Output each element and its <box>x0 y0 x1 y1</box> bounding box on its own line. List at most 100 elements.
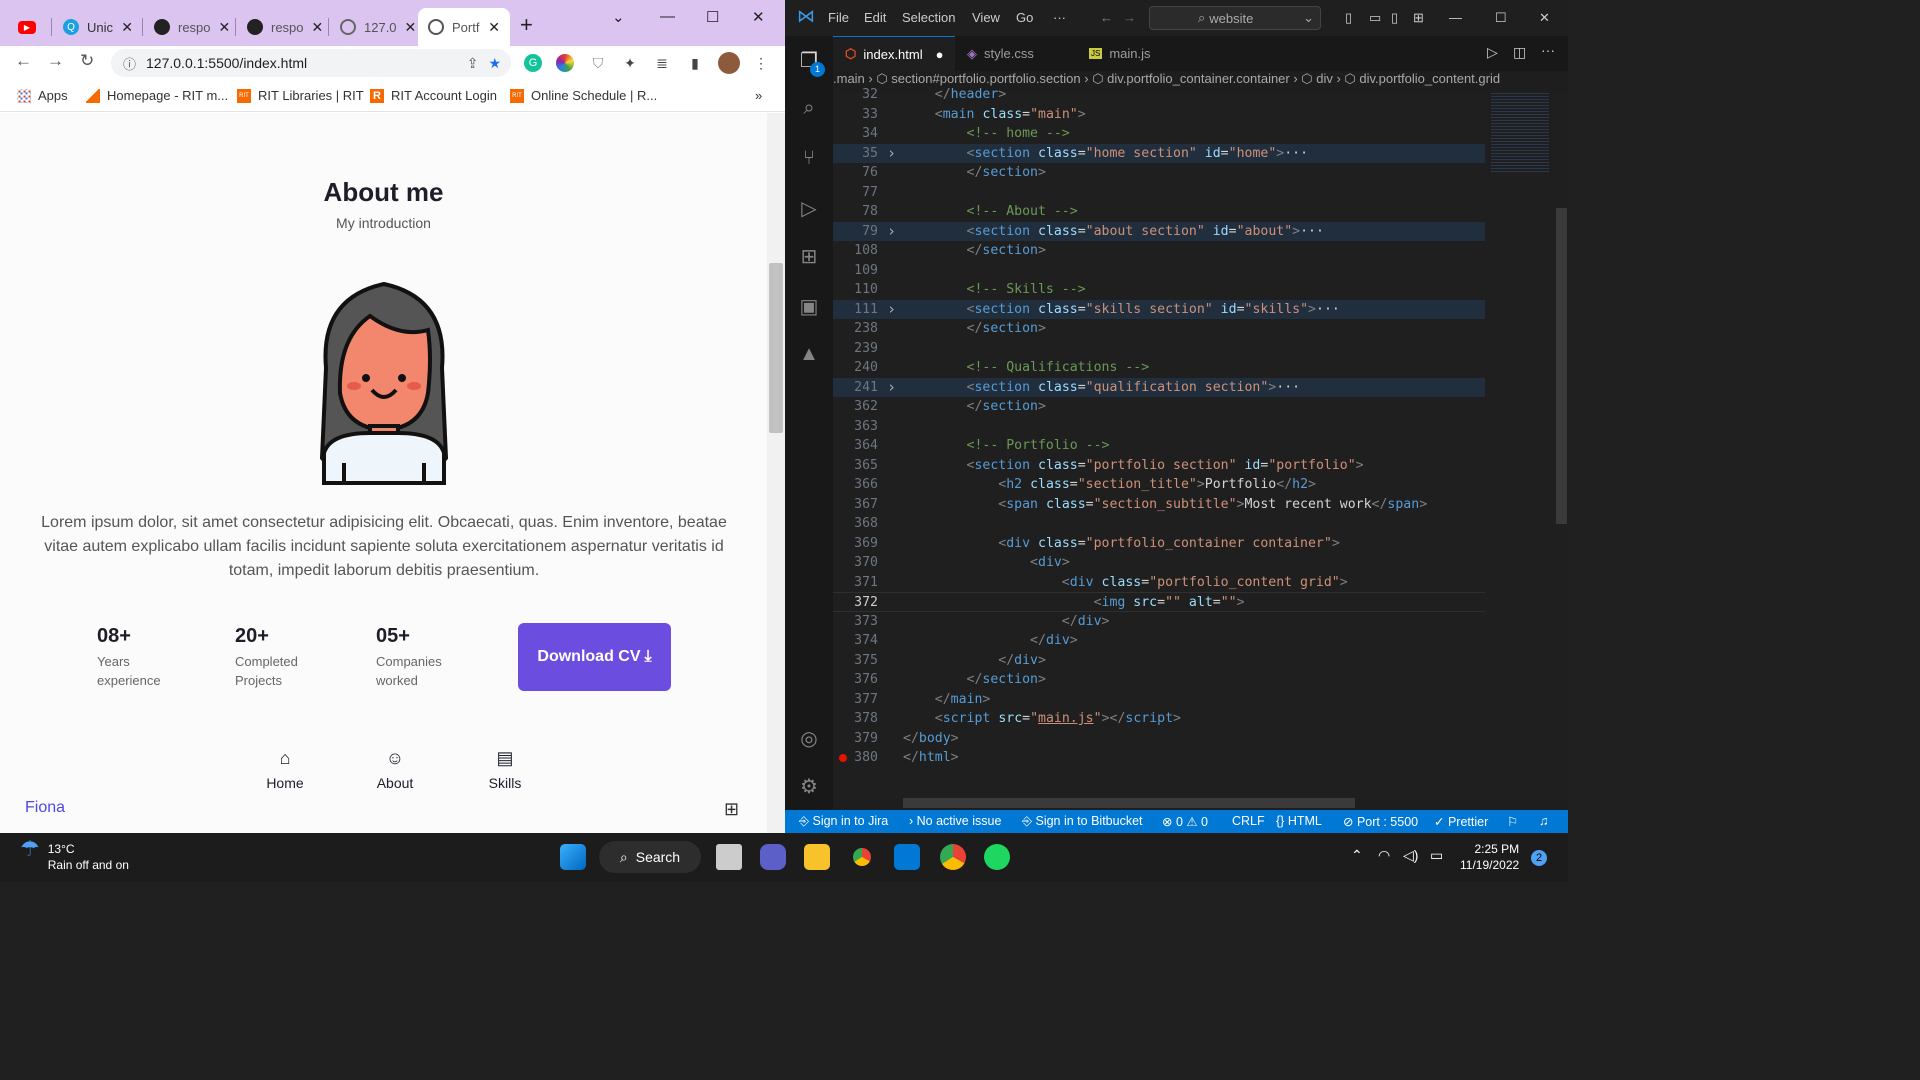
code-line[interactable]: 363 <box>833 417 1485 437</box>
tab-index-html[interactable]: ⬡ index.html ● <box>833 36 955 71</box>
code-line[interactable]: 108 </section> <box>833 241 1485 261</box>
customize-layout-icon[interactable]: ⊞ <box>1413 10 1424 26</box>
maximize-button[interactable]: ☐ <box>706 8 719 26</box>
code-editor[interactable]: 32 </header> 33 <main class="main"> 34 <!-… <box>833 87 1485 798</box>
code-line[interactable]: 362 </section> <box>833 397 1485 417</box>
code-line[interactable]: 367 <span class="section_subtitle">Most … <box>833 495 1485 515</box>
code-line[interactable]: 375 </div> <box>833 651 1485 671</box>
bookmark-apps[interactable]: Apps <box>17 88 68 103</box>
nav-back-icon[interactable]: ← <box>1100 10 1113 25</box>
close-icon[interactable]: ✕ <box>219 19 231 36</box>
notification-badge[interactable]: 2 <box>1531 850 1547 866</box>
run-icon[interactable]: ▷ <box>1487 44 1498 61</box>
atlassian-icon[interactable]: ▲ <box>797 342 821 366</box>
menu-go[interactable]: Go <box>1016 10 1033 25</box>
menu-selection[interactable]: Selection <box>902 10 955 25</box>
status-eol[interactable]: CRLF <box>1232 814 1265 828</box>
grid-menu-icon[interactable]: ⊞ <box>724 799 739 820</box>
menu-view[interactable]: View <box>972 10 1000 25</box>
code-line[interactable]: 378 <script src="main.js"></script> <box>833 709 1485 729</box>
horizontal-scrollbar[interactable] <box>903 798 1355 808</box>
tab-search-icon[interactable]: ⌄ <box>612 8 625 26</box>
battery-icon[interactable]: ▭ <box>1430 847 1443 864</box>
back-button[interactable]: ← <box>15 51 32 71</box>
code-line[interactable]: 34 <!-- home --> <box>833 124 1485 144</box>
page-scrollbar[interactable] <box>767 113 785 833</box>
status-prettier[interactable]: ✓ Prettier <box>1434 814 1488 829</box>
code-line[interactable]: 365 <section class="portfolio section" i… <box>833 456 1485 476</box>
bookmark-rit-homepage[interactable]: Homepage - RIT m... <box>86 88 228 103</box>
code-line[interactable]: 238 </section> <box>833 319 1485 339</box>
scrollbar-thumb[interactable] <box>1556 208 1567 524</box>
vscode-taskbar-icon[interactable] <box>894 844 920 870</box>
tray-overflow-icon[interactable]: ⌃ <box>1351 847 1363 864</box>
nav-skills[interactable]: ▤ Skills <box>465 748 545 791</box>
more-bookmarks-button[interactable]: » <box>755 88 762 103</box>
code-line[interactable]: 373 </div> <box>833 612 1485 632</box>
code-line[interactable]: 239 <box>833 339 1485 359</box>
tab-localhost[interactable]: 127.0 ✕ <box>330 8 416 46</box>
side-panel-icon[interactable]: ▮ <box>686 54 704 72</box>
file-explorer-icon[interactable] <box>804 844 830 870</box>
volume-icon[interactable]: ◁) <box>1403 847 1418 864</box>
tab-unicode[interactable]: Q Unic ✕ <box>53 8 143 46</box>
code-line[interactable]: 371 <div class="portfolio_content grid"> <box>833 573 1485 593</box>
close-window-button[interactable]: ✕ <box>752 8 765 26</box>
close-window-button[interactable]: ✕ <box>1539 10 1550 26</box>
status-jira[interactable]: ⎆ Sign in to Jira <box>799 814 888 829</box>
bookmark-star-icon[interactable]: ★ <box>488 55 501 72</box>
extensions-icon[interactable]: ⊞ <box>797 244 821 268</box>
code-line[interactable]: 369 <div class="portfolio_container cont… <box>833 534 1485 554</box>
menu-file[interactable]: File <box>828 10 849 25</box>
code-line[interactable]: 110 <!-- Skills --> <box>833 280 1485 300</box>
chrome-icon[interactable] <box>849 844 875 870</box>
close-icon[interactable]: ✕ <box>488 19 500 36</box>
tab-youtube[interactable]: ▶ <box>8 8 48 46</box>
code-line[interactable]: 241 › <section class="qualification secti… <box>833 377 1485 398</box>
menu-more[interactable]: ··· <box>1053 10 1066 25</box>
info-icon[interactable]: ⓘ <box>123 54 136 73</box>
bookmark-online-schedule[interactable]: RIT Online Schedule | R... <box>510 88 657 103</box>
status-language[interactable]: {} HTML <box>1276 814 1322 828</box>
nav-about[interactable]: ☺ About <box>355 748 435 791</box>
feedback-icon[interactable]: ⚐ <box>1507 814 1518 829</box>
toggle-panel-icon[interactable]: ▭ <box>1369 10 1381 26</box>
status-issue[interactable]: › No active issue <box>909 814 1001 828</box>
bookmark-rit-libraries[interactable]: RIT RIT Libraries | RIT <box>237 88 364 103</box>
tab-main-js[interactable]: JS main.js <box>1077 36 1187 71</box>
bookmark-rit-account[interactable]: R RIT Account Login <box>370 88 497 103</box>
teams-chat-icon[interactable] <box>760 844 786 870</box>
weather-widget[interactable]: ☂ 13°C Rain off and on <box>20 838 129 873</box>
code-line[interactable]: 376 </section> <box>833 670 1485 690</box>
fold-chevron-icon[interactable]: › <box>887 378 896 398</box>
menu-edit[interactable]: Edit <box>864 10 886 25</box>
status-bitbucket[interactable]: ⎆ Sign in to Bitbucket <box>1022 814 1143 829</box>
forward-button[interactable]: → <box>47 51 64 71</box>
grammarly-icon[interactable]: G <box>524 54 542 72</box>
accounts-icon[interactable]: ◎ <box>797 726 821 750</box>
color-picker-extension-icon[interactable] <box>556 54 574 72</box>
status-problems[interactable]: ⊗ 0 ⚠ 0 <box>1162 814 1208 829</box>
code-line[interactable]: 33 <main class="main"> <box>833 105 1485 125</box>
share-icon[interactable]: ⇪ <box>467 55 479 72</box>
close-icon[interactable]: ✕ <box>121 19 133 36</box>
notifications-bell-icon[interactable]: ♫ <box>1539 814 1548 828</box>
taskbar-search[interactable]: ⌕ Search <box>599 841 701 873</box>
tab-style-css[interactable]: ◈ style.css <box>955 36 1077 71</box>
windows-start-icon[interactable] <box>560 844 586 870</box>
code-line[interactable]: 35 › <section class="home section" id="ho… <box>833 143 1485 163</box>
fold-chevron-icon[interactable]: › <box>887 222 896 242</box>
profile-avatar[interactable] <box>718 52 740 74</box>
code-line[interactable]: 366 <h2 class="section_title">Portfolio<… <box>833 475 1485 495</box>
code-line[interactable]: 111 › <section class="skills section" id=… <box>833 299 1485 319</box>
source-control-icon[interactable]: ⑂ <box>797 146 821 170</box>
address-bar[interactable]: ⓘ 127.0.0.1:5500/index.html ⇪ ★ <box>111 49 511 77</box>
code-line[interactable]: 77 <box>833 183 1485 203</box>
run-debug-icon[interactable]: ▷ <box>797 196 821 220</box>
code-line[interactable]: 109 <box>833 261 1485 281</box>
code-line[interactable]: 380 </html> <box>833 748 1485 768</box>
media-control-icon[interactable]: ≣ <box>653 54 671 72</box>
breakpoint-icon[interactable] <box>839 754 847 762</box>
toggle-secondary-sidebar-icon[interactable]: ▯ <box>1391 10 1398 26</box>
settings-gear-icon[interactable]: ⚙ <box>797 774 821 798</box>
